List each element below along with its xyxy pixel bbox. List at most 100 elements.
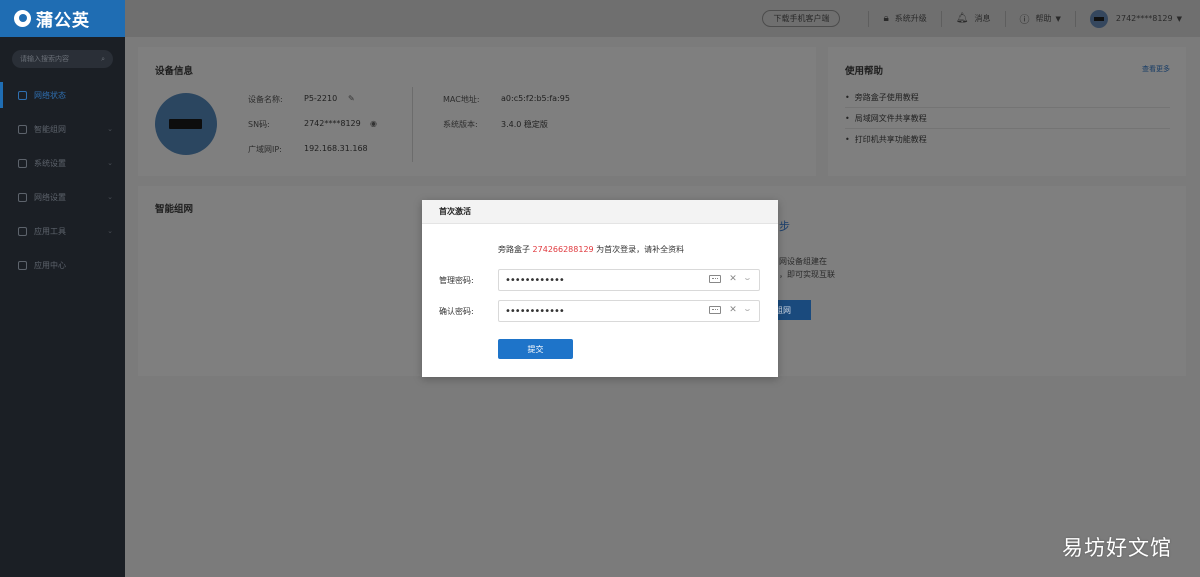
admin-password-input[interactable] — [505, 275, 685, 286]
sidebar-item-label: 应用中心 — [34, 260, 66, 271]
wan-ip-value: 192.168.31.168 — [304, 144, 368, 153]
admin-password-label: 管理密码: — [439, 275, 498, 286]
confirm-password-input[interactable] — [505, 306, 685, 317]
help-link-lan-share[interactable]: 局域网文件共享教程 — [845, 113, 927, 134]
activation-notice: 旁路盒子 274266288129 为首次登录，请补全资料 — [498, 244, 684, 255]
sn-key: SN码: — [248, 119, 270, 130]
system-upgrade-link[interactable]: 🔒︎ 系统升级 — [868, 11, 926, 27]
top-header: 下载手机客户端 🔒︎ 系统升级 🔔︎ 消息 ⓘ 帮助 ▼ 2742****812… — [125, 0, 1200, 37]
caret-down-icon: ▼ — [1056, 15, 1061, 23]
submit-button[interactable]: 提交 — [498, 339, 573, 359]
help-label: 帮助 — [1036, 13, 1052, 24]
help-card-title: 使用帮助 — [845, 63, 883, 77]
notice-prefix: 旁路盒子 — [498, 245, 530, 254]
smart-network-title: 智能组网 — [155, 201, 193, 215]
confirm-password-row: 确认密码: ✕ ⌣ — [439, 300, 760, 322]
notice-suffix: 为首次登录，请补全资料 — [596, 245, 684, 254]
search-icon[interactable]: ⌕ — [101, 55, 105, 64]
version-row: 系统版本: 3.4.0 稳定版 — [443, 119, 478, 130]
first-activation-dialog: 首次激活 旁路盒子 274266288129 为首次登录，请补全资料 管理密码:… — [422, 200, 778, 377]
dandelion-logo-icon — [14, 10, 31, 27]
device-name-value: P5-2210 — [304, 94, 337, 103]
keyboard-icon[interactable] — [709, 275, 721, 283]
cloud-icon — [18, 261, 27, 270]
mac-key: MAC地址: — [443, 94, 480, 105]
help-link-printer-share[interactable]: 打印机共享功能教程 — [845, 134, 927, 155]
version-key: 系统版本: — [443, 119, 478, 130]
confirm-password-field[interactable]: ✕ ⌣ — [498, 300, 760, 322]
globe-icon — [18, 91, 27, 100]
watermark: 易坊好文馆 — [1062, 532, 1172, 562]
gear-icon — [18, 159, 27, 168]
sidebar-item-label: 系统设置 — [34, 158, 66, 169]
device-name-row: 设备名称: P5-2210 ✎ — [248, 94, 283, 105]
wan-ip-row: 广域网IP: 192.168.31.168 — [248, 144, 282, 155]
version-value: 3.4.0 稳定版 — [501, 119, 548, 130]
logo[interactable]: 蒲公英 — [0, 0, 125, 37]
avatar — [1090, 10, 1108, 28]
grid-icon — [18, 193, 27, 202]
chevron-down-icon: ⌄ — [107, 193, 113, 201]
help-menu[interactable]: ⓘ 帮助 ▼ — [1005, 11, 1061, 27]
admin-password-row: 管理密码: ✕ ⌣ — [439, 269, 760, 291]
sidebar-search-input[interactable]: 请输入搜索内容 ⌕ — [12, 50, 113, 68]
chevron-down-icon: ⌄ — [107, 227, 113, 235]
toolbox-icon — [18, 227, 27, 236]
network-icon — [18, 125, 27, 134]
logo-text: 蒲公英 — [36, 6, 90, 31]
clear-icon[interactable]: ✕ — [729, 305, 737, 315]
account-label: 2742****8129 — [1116, 14, 1173, 23]
chevron-down-icon: ⌄ — [107, 159, 113, 167]
divider — [845, 107, 1170, 108]
clear-icon[interactable]: ✕ — [729, 274, 737, 284]
caret-down-icon: ▼ — [1177, 15, 1182, 23]
sidebar-item-app-center[interactable]: 应用中心 — [0, 248, 125, 282]
view-more-link[interactable]: 查看更多 — [1142, 64, 1170, 74]
device-name-key: 设备名称: — [248, 94, 283, 105]
sn-row: SN码: 2742****8129 ◉ — [248, 119, 270, 130]
wan-ip-key: 广域网IP: — [248, 144, 282, 155]
sidebar-item-label: 网络状态 — [34, 90, 66, 101]
bell-icon: 🔔︎ — [956, 13, 969, 24]
chevron-down-icon: ⌄ — [107, 125, 113, 133]
router-device-icon — [155, 93, 217, 155]
smart-network-heading: 步 — [779, 218, 790, 234]
help-link-bypass-box[interactable]: 旁路盒子使用教程 — [845, 92, 927, 113]
sidebar-item-network-status[interactable]: 网络状态 — [0, 78, 125, 112]
keyboard-icon[interactable] — [709, 306, 721, 314]
sidebar-item-label: 应用工具 — [34, 226, 66, 237]
eye-closed-icon[interactable]: ⌣ — [745, 305, 750, 315]
sidebar-item-app-tools[interactable]: 应用工具 ⌄ — [0, 214, 125, 248]
mac-value: a0:c5:f2:b5:fa:95 — [501, 94, 570, 103]
smart-network-desc-2: ，即可实现互联 — [779, 269, 835, 280]
lock-icon: 🔒︎ — [883, 13, 888, 24]
dialog-title: 首次激活 — [422, 200, 778, 224]
help-list: 旁路盒子使用教程 局域网文件共享教程 打印机共享功能教程 — [845, 92, 927, 155]
sidebar-search-placeholder: 请输入搜索内容 — [20, 54, 69, 64]
confirm-password-label: 确认密码: — [439, 306, 498, 317]
device-info-title: 设备信息 — [155, 63, 193, 77]
sn-value: 2742****8129 — [304, 119, 361, 128]
divider — [845, 128, 1170, 129]
field-icons: ✕ ⌣ — [709, 274, 750, 284]
vertical-divider — [412, 87, 413, 162]
smart-network-desc-1: 网设备组建在 — [779, 256, 827, 267]
admin-password-field[interactable]: ✕ ⌣ — [498, 269, 760, 291]
sidebar: 蒲公英 请输入搜索内容 ⌕ 网络状态 智能组网 ⌄ 系统设置 ⌄ 网络设置 ⌄ … — [0, 0, 125, 577]
device-info-card: 设备信息 设备名称: P5-2210 ✎ SN码: 2742****8129 ◉… — [138, 47, 816, 176]
sidebar-item-smart-network[interactable]: 智能组网 ⌄ — [0, 112, 125, 146]
eye-icon[interactable]: ◉ — [370, 119, 377, 128]
eye-closed-icon[interactable]: ⌣ — [745, 274, 750, 284]
account-menu[interactable]: 2742****8129 ▼ — [1075, 11, 1182, 27]
mac-row: MAC地址: a0:c5:f2:b5:fa:95 — [443, 94, 480, 105]
messages-link[interactable]: 🔔︎ 消息 — [941, 11, 991, 27]
messages-label: 消息 — [975, 13, 991, 24]
sidebar-item-label: 智能组网 — [34, 124, 66, 135]
question-icon: ⓘ — [1020, 11, 1030, 26]
field-icons: ✕ ⌣ — [709, 305, 750, 315]
sidebar-item-system-settings[interactable]: 系统设置 ⌄ — [0, 146, 125, 180]
sidebar-item-network-settings[interactable]: 网络设置 ⌄ — [0, 180, 125, 214]
sidebar-item-label: 网络设置 — [34, 192, 66, 203]
edit-pencil-icon[interactable]: ✎ — [348, 94, 355, 103]
download-client-button[interactable]: 下载手机客户端 — [762, 10, 840, 27]
